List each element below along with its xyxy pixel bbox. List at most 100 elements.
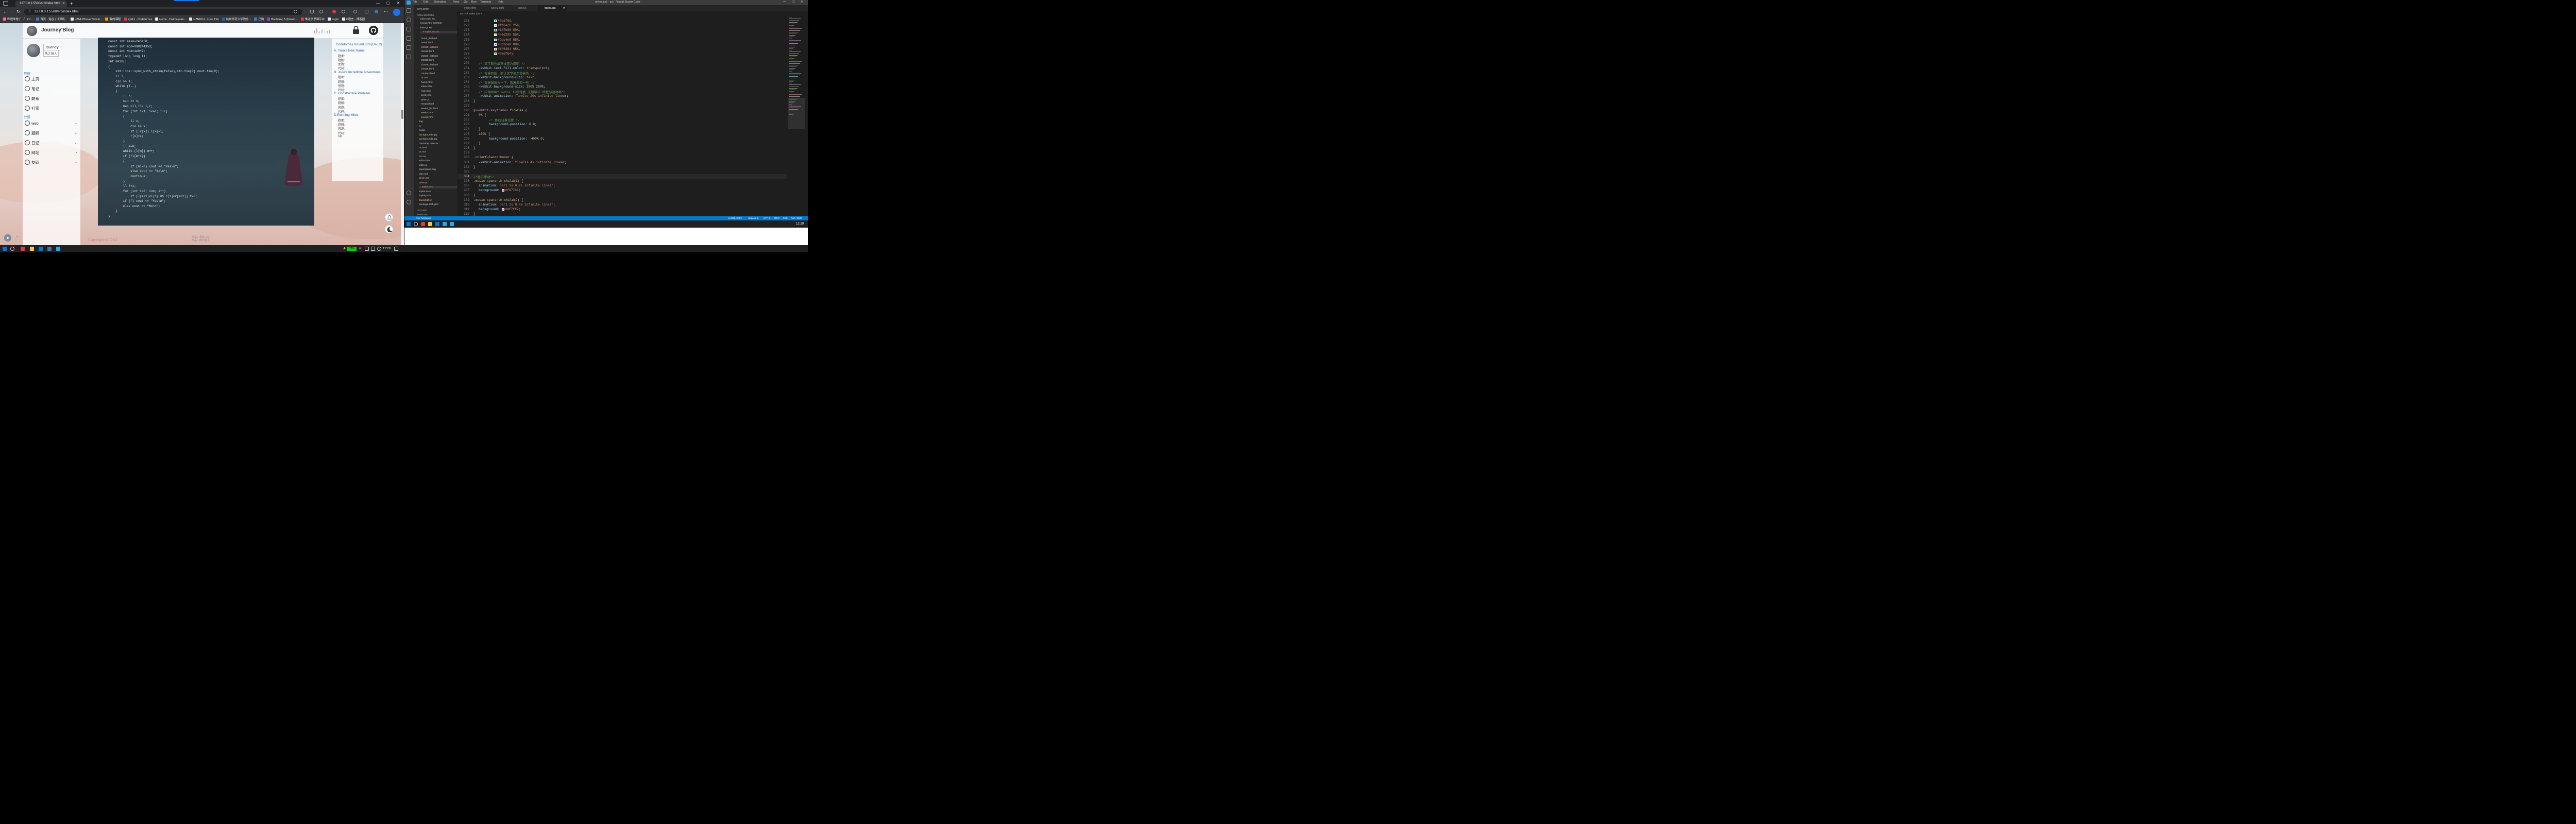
menu-edit[interactable]: Edit xyxy=(423,1,428,4)
file-tree-item[interactable]: week2.html xyxy=(421,116,433,119)
file-tree-item[interactable]: cf1820.html xyxy=(421,59,434,62)
file-tree-item[interactable]: prism.css xyxy=(419,177,429,180)
edge-icon[interactable] xyxy=(435,222,439,226)
file-tree-item[interactable]: prism.css xyxy=(421,94,431,97)
volume-icon[interactable] xyxy=(377,247,381,251)
toc-section-link[interactable]: D.Running Miles xyxy=(334,113,359,117)
music-play-button[interactable] xyxy=(4,234,11,242)
sidebar-item-note[interactable]: 笔记 xyxy=(25,85,78,93)
file-tree-item[interactable]: note.html xyxy=(421,90,431,93)
toc-item-link[interactable]: top xyxy=(338,135,342,138)
file-tree-item[interactable]: board_list.html xyxy=(421,38,437,40)
display-icon[interactable] xyxy=(371,247,375,251)
start-icon[interactable] xyxy=(3,247,7,251)
lock-icon[interactable] xyxy=(352,26,360,34)
bookmark-item[interactable]: 杭州师范大学教务... xyxy=(222,16,251,23)
color-swatch[interactable] xyxy=(494,53,497,56)
address-bar[interactable]: ⓘ 127.0.0.1:5500/src/index.html xyxy=(24,9,302,15)
file-tree-item[interactable]: styles.css xyxy=(419,186,457,189)
file-tree-item[interactable]: cf1826.html xyxy=(421,68,434,71)
status-item[interactable]: Port : 5500 xyxy=(791,216,802,220)
file-tree-item[interactable]: img xyxy=(419,121,423,123)
bookmark-item[interactable]: C语言 - 博客园 xyxy=(342,16,365,23)
notification-icon[interactable] xyxy=(394,247,398,251)
bookmark-item[interactable]: xyzkz - Codeforces xyxy=(124,16,152,23)
file-tree-item[interactable]: cs.md xyxy=(419,151,426,153)
menu-run[interactable]: Run xyxy=(471,1,477,4)
chevron-up-icon[interactable]: ˄ xyxy=(359,245,361,252)
file-tree-item[interactable]: week1_list.html xyxy=(421,108,438,110)
vscode-taskbar-icon[interactable] xyxy=(443,222,447,226)
file-tree-item[interactable]: bootstrap.min.css xyxy=(419,143,438,145)
browser-tab[interactable]: 127.0.0.1:5500/src/index.html ✕ xyxy=(15,1,67,7)
site-logo[interactable] xyxy=(27,26,37,36)
file-tree-item[interactable]: cf1826_list.html xyxy=(421,64,438,66)
open-editor-item[interactable]: # styles.css src xyxy=(420,30,457,33)
minimize-button[interactable]: — xyxy=(376,1,380,7)
menu-view[interactable]: View xyxy=(453,1,459,4)
bookmark-item[interactable]: 首页 - 洛谷 | 计算机... xyxy=(36,16,67,23)
clock[interactable]: 12:29 xyxy=(796,220,804,228)
vscode-taskbar-icon[interactable] xyxy=(56,247,60,251)
accounts-icon[interactable] xyxy=(406,191,411,195)
file-tree-item[interactable]: background2.jpg xyxy=(419,138,437,141)
search-icon[interactable] xyxy=(414,222,418,226)
browser-essentials-icon[interactable] xyxy=(365,10,368,13)
source-control-icon[interactable] xyxy=(406,27,411,31)
menu-selection[interactable]: Selection xyxy=(434,1,446,4)
file-tree-item[interactable]: home.html xyxy=(421,81,432,84)
file-tree-item[interactable]: cf1818_list.html xyxy=(421,46,438,49)
maximize-button[interactable]: ▢ xyxy=(386,1,390,7)
file-tree-item[interactable]: index.html xyxy=(419,160,430,162)
file-tree-item[interactable]: prism.js xyxy=(419,182,428,184)
vscode-taskbar-icon[interactable] xyxy=(450,222,454,226)
open-editor-item[interactable]: index.html src xyxy=(420,18,435,21)
copilot-icon[interactable] xyxy=(393,9,400,16)
color-swatch[interactable] xyxy=(494,20,497,22)
file-explorer-icon[interactable] xyxy=(30,247,34,251)
status-item[interactable]: UTF-8 xyxy=(764,216,770,220)
bell-icon[interactable] xyxy=(385,213,393,221)
file-tree-item[interactable]: week1.html xyxy=(421,112,433,114)
github-icon[interactable] xyxy=(369,26,378,35)
close-window-button[interactable]: ✕ xyxy=(397,1,400,7)
file-tree-item[interactable]: music xyxy=(419,129,426,132)
start-icon[interactable] xyxy=(406,222,411,226)
status-item[interactable]: CSS xyxy=(783,216,787,220)
color-swatch[interactable] xyxy=(494,38,497,41)
music-visualizer[interactable] xyxy=(314,28,332,33)
collections-icon[interactable] xyxy=(353,10,357,13)
code-editor[interactable]: 271 272 273 274 275 276 277 278 279 280 281 282 283 2… xyxy=(457,15,787,216)
gear-icon[interactable] xyxy=(406,200,411,204)
file-tree-item[interactable]: cs.html xyxy=(419,147,427,149)
extensions-icon[interactable] xyxy=(406,45,411,50)
file-tree-item[interactable]: package-lock.json xyxy=(419,203,438,206)
bookmark-item[interactable]: HZNU21levelTrainin... xyxy=(70,16,102,23)
file-tree-item[interactable]: cf1820_list.html xyxy=(421,55,438,58)
file-tree-item[interactable]: js xyxy=(419,125,420,128)
profile-avatar[interactable] xyxy=(375,10,378,13)
search-icon[interactable] xyxy=(10,247,14,251)
network-icon[interactable] xyxy=(365,247,369,251)
close-tab-icon[interactable]: ✕ xyxy=(62,1,65,7)
clock[interactable]: 12:29 xyxy=(383,245,391,252)
file-explorer-icon[interactable] xyxy=(428,222,432,226)
browser-taskbar-icon[interactable] xyxy=(47,247,52,251)
toc-section-link[interactable]: C. Constructive Problem xyxy=(334,92,370,95)
file-tree-item[interactable]: board.html xyxy=(421,42,433,44)
forward-button[interactable]: → xyxy=(10,9,14,15)
file-tree-item[interactable]: cf1818.html xyxy=(421,50,434,53)
color-swatch[interactable] xyxy=(494,33,497,37)
editor-tab[interactable]: index.js xyxy=(511,5,537,11)
file-tree-item[interactable]: cs.css xyxy=(421,77,428,79)
menu-terminal[interactable]: Terminal xyxy=(480,1,491,4)
sidebar-item-home[interactable]: 主页 xyxy=(25,76,78,83)
minimap[interactable] xyxy=(788,15,805,216)
file-tree-item[interactable]: styles.scss xyxy=(419,191,431,193)
close-window-button[interactable]: ✕ xyxy=(801,0,803,4)
back-button[interactable]: ← xyxy=(3,9,7,15)
minimize-button[interactable]: — xyxy=(783,0,786,3)
bookmark-item[interactable]: Bootstrap 5 (forked... xyxy=(267,16,298,23)
menu-go[interactable]: Go xyxy=(464,1,467,4)
settings-more-icon[interactable]: ⋯ xyxy=(384,9,388,15)
